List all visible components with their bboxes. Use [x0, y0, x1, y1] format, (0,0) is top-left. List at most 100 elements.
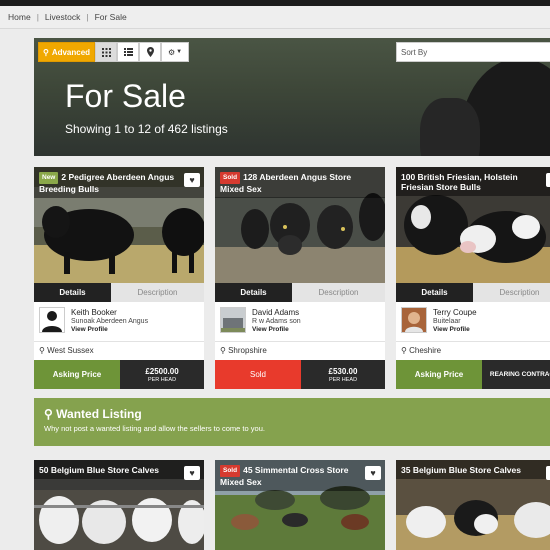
view-profile-link[interactable]: View Profile: [433, 326, 470, 333]
map-pin-icon: [146, 47, 154, 57]
search-icon: ⚲: [44, 407, 53, 421]
listing-count: Showing 1 to 12 of 462 listings: [65, 122, 228, 136]
sold-badge: Sold: [220, 465, 241, 477]
listing-location: ⚲ Cheshire: [396, 341, 550, 359]
listing-title[interactable]: 35 Belgium Blue Store Calves: [396, 460, 550, 479]
breadcrumb-separator: |: [86, 12, 89, 22]
price-box: REARING CONTRACT: [482, 360, 550, 389]
price-row: Sold £530.00 PER HEAD: [215, 360, 385, 389]
listing-location: ⚲ Shropshire: [215, 341, 385, 359]
listing-card[interactable]: Sold 45 Simmental Cross Store Mixed Sex ♥: [215, 460, 385, 550]
wanted-title-text: Wanted Listing: [56, 407, 142, 421]
tab-description[interactable]: Description: [292, 283, 385, 302]
heart-icon: ♥: [370, 468, 376, 478]
listing-card[interactable]: New 2 Pedigree Aberdeen Angus Breeding Bu…: [34, 167, 204, 389]
price-amount: £2500.00: [145, 366, 179, 376]
favourite-button[interactable]: ♥: [365, 466, 381, 480]
breadcrumb-home[interactable]: Home: [8, 12, 31, 22]
tab-description[interactable]: Description: [111, 283, 204, 302]
price-box: £2500.00 PER HEAD: [120, 360, 204, 389]
new-badge: New: [39, 172, 59, 184]
tab-details[interactable]: Details: [215, 283, 292, 302]
advanced-search-button[interactable]: ⚲ Advanced: [38, 42, 95, 62]
breadcrumb-livestock[interactable]: Livestock: [45, 12, 80, 22]
listing-tabs: Details Description: [34, 283, 204, 302]
listing-card[interactable]: 35 Belgium Blue Store Calves ♥: [396, 460, 550, 550]
price-unit: PER HEAD: [328, 376, 358, 383]
listing-title-text: 100 British Friesian, Holstein Friesian …: [401, 172, 518, 192]
price-amount: £530.00: [328, 366, 358, 376]
breadcrumb: Home | Livestock | For Sale: [0, 6, 550, 29]
view-profile-link[interactable]: View Profile: [71, 326, 108, 333]
tab-details[interactable]: Details: [34, 283, 111, 302]
farm-building-image: [221, 308, 245, 332]
map-pin-icon: ⚲: [39, 346, 45, 355]
view-toolbar: ⚲ Advanced ⚙ ▼: [38, 42, 189, 62]
wanted-subtitle: Why not post a wanted listing and allow …: [44, 424, 265, 433]
listing-title[interactable]: 50 Belgium Blue Store Calves: [34, 460, 204, 479]
map-view-button[interactable]: [139, 42, 161, 62]
view-profile-link[interactable]: View Profile: [252, 326, 289, 333]
seller-name: Terry Coupe: [433, 308, 477, 317]
sort-by-select[interactable]: Sort By: [396, 42, 550, 62]
location-text: Shropshire: [228, 346, 267, 355]
seller-farm: Buitelaar: [433, 318, 461, 325]
wanted-title: ⚲ Wanted Listing: [44, 407, 142, 421]
seller-name: David Adams: [252, 308, 300, 317]
favourite-button[interactable]: ♥: [546, 173, 550, 187]
listing-title-text: 50 Belgium Blue Store Calves: [39, 465, 159, 475]
page-title: For Sale: [65, 78, 186, 114]
listing-card[interactable]: Sold 128 Aberdeen Angus Store Mixed Sex D…: [215, 167, 385, 389]
hero-cow-image: [420, 98, 480, 156]
seller-farm: R w Adams son: [252, 318, 301, 325]
asking-price-label: Asking Price: [34, 360, 120, 389]
listing-title-text: 2 Pedigree Aberdeen Angus Breeding Bulls: [39, 172, 175, 194]
advanced-label: Advanced: [51, 47, 91, 57]
caret-down-icon: ▼: [176, 49, 183, 55]
location-text: West Sussex: [47, 346, 94, 355]
settings-dropdown-button[interactable]: ⚙ ▼: [161, 42, 189, 62]
breadcrumb-current: For Sale: [94, 12, 127, 22]
list-icon: [123, 48, 133, 56]
map-pin-icon: ⚲: [220, 346, 226, 355]
seller-info: David Adams R w Adams son View Profile: [220, 307, 380, 335]
price-row: Asking Price £2500.00 PER HEAD: [34, 360, 204, 389]
grid-view-button[interactable]: [95, 42, 117, 62]
seller-avatar: [401, 307, 427, 333]
listing-card[interactable]: 50 Belgium Blue Store Calves ♥: [34, 460, 204, 550]
listing-title[interactable]: Sold 128 Aberdeen Angus Store Mixed Sex: [215, 167, 385, 198]
seller-photo: [402, 308, 426, 332]
price-unit: PER HEAD: [147, 376, 177, 383]
tab-description[interactable]: Description: [473, 283, 550, 302]
gear-icon: ⚙: [167, 47, 176, 57]
map-pin-icon: ⚲: [401, 346, 407, 355]
rearing-contract-text: REARING CONTRACT: [489, 370, 550, 378]
heart-icon: ♥: [189, 175, 195, 185]
location-text: Cheshire: [409, 346, 442, 355]
list-view-button[interactable]: [117, 42, 139, 62]
seller-info: Keith Booker Sunoak Aberdeen Angus View …: [39, 307, 199, 335]
listing-title[interactable]: New 2 Pedigree Aberdeen Angus Breeding Bu…: [34, 167, 204, 198]
tab-details[interactable]: Details: [396, 283, 473, 302]
favourite-button[interactable]: ♥: [546, 466, 550, 480]
listing-title[interactable]: 100 British Friesian, Holstein Friesian …: [396, 167, 550, 196]
search-icon: ⚲: [42, 47, 49, 57]
seller-avatar: [220, 307, 246, 333]
favourite-button[interactable]: ♥: [184, 173, 200, 187]
listing-tabs: Details Description: [215, 283, 385, 302]
sold-label: Sold: [215, 360, 301, 389]
seller-avatar: [39, 307, 65, 333]
listing-card[interactable]: 100 British Friesian, Holstein Friesian …: [396, 167, 550, 389]
listing-title[interactable]: Sold 45 Simmental Cross Store Mixed Sex: [215, 460, 385, 491]
heart-icon: ♥: [189, 468, 195, 478]
price-box: £530.00 PER HEAD: [301, 360, 385, 389]
wanted-listing-banner[interactable]: ⚲ Wanted Listing Why not post a wanted l…: [34, 398, 550, 446]
user-silhouette-icon: [42, 311, 62, 332]
favourite-button[interactable]: ♥: [184, 466, 200, 480]
listing-title-text: 35 Belgium Blue Store Calves: [401, 465, 521, 475]
grid-icon: [101, 47, 111, 57]
seller-farm: Sunoak Aberdeen Angus: [71, 318, 149, 325]
seller-name: Keith Booker: [71, 308, 117, 317]
price-row: Asking Price REARING CONTRACT: [396, 360, 550, 389]
sold-badge: Sold: [220, 172, 241, 184]
